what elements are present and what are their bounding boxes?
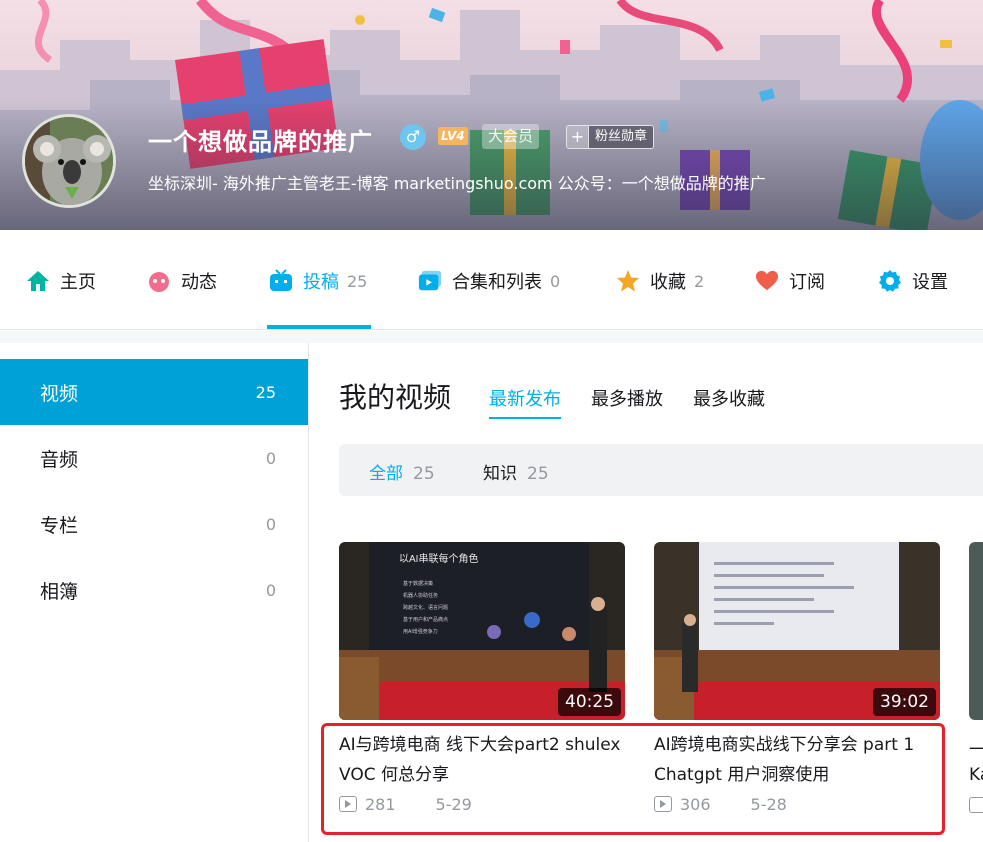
collection-icon — [418, 269, 442, 293]
nav-uploads-count: 25 — [347, 271, 368, 291]
user-bio: 坐标深圳- 海外推广主管老王-博客 marketingshuo.com 公众号：… — [148, 174, 766, 193]
slide-bullet: 用AI增强竞争力 — [403, 628, 438, 635]
sidebar-item-count: 0 — [265, 580, 276, 600]
slide-title: 以AI串联每个角色 — [399, 552, 478, 565]
filter-all[interactable]: 全部 25 — [369, 459, 435, 484]
sidebar-item-count: 0 — [265, 448, 276, 468]
tab-most-favorited[interactable]: 最多收藏 — [693, 385, 765, 411]
content-type-sidebar: 视频 25 音频 0 专栏 0 相簿 0 — [0, 343, 309, 842]
nav-favorites[interactable]: 收藏 2 — [616, 266, 704, 296]
filter-knowledge[interactable]: 知识 25 — [483, 459, 549, 484]
profile-nav: 主页 动态 投稿 25 合集和列表 0 收藏 2 订阅 设置 — [0, 230, 983, 330]
dynamic-icon — [147, 269, 171, 293]
sidebar-item-label: 视频 — [40, 382, 79, 405]
sidebar-item-albums[interactable]: 相簿 0 — [0, 557, 308, 623]
filter-label: 知识 — [483, 464, 517, 484]
slide-bullet: 基于数据决策 — [403, 580, 433, 587]
heart-icon — [755, 269, 779, 293]
sidebar-item-count: 0 — [265, 514, 276, 534]
sidebar-item-count: 25 — [255, 382, 276, 402]
vip-badge[interactable]: 大会员 — [482, 124, 540, 149]
filter-count: 25 — [413, 464, 435, 484]
highlight-box — [321, 723, 945, 835]
tab-latest[interactable]: 最新发布 — [489, 385, 561, 419]
sidebar-item-label: 相簿 — [40, 580, 79, 603]
gear-icon — [878, 269, 902, 293]
nav-home-label: 主页 — [60, 272, 96, 293]
nav-home[interactable]: 主页 — [26, 266, 96, 296]
video-thumbnail-partial[interactable] — [969, 542, 983, 720]
video-duration: 39:02 — [873, 688, 936, 716]
slide-bullet: 基于用户和产品痛点 — [403, 616, 448, 623]
nav-subscriptions[interactable]: 订阅 — [755, 266, 825, 296]
profile-banner: 一个想做品牌的推广 ♂ LV4 大会员 + 粉丝勋章 坐标深圳- 海外推广主管老… — [0, 0, 983, 230]
tv-icon — [269, 269, 293, 293]
nav-active-indicator — [267, 325, 371, 329]
banner-shade — [0, 100, 983, 230]
nav-collections-label: 合集和列表 — [452, 272, 542, 293]
sidebar-item-label: 音频 — [40, 448, 79, 471]
section-divider — [0, 331, 983, 343]
nav-settings-label: 设置 — [912, 272, 948, 293]
nav-uploads[interactable]: 投稿 25 — [269, 266, 367, 296]
slide-bullet: 跨越文化、语言问题 — [403, 604, 448, 611]
home-icon — [26, 269, 50, 293]
sidebar-item-label: 专栏 — [40, 514, 79, 537]
nav-collections[interactable]: 合集和列表 0 — [418, 266, 560, 296]
level-badge: LV4 — [438, 127, 468, 145]
category-filter-bar: 全部 25 知识 25 — [339, 444, 983, 496]
sidebar-item-audio[interactable]: 音频 0 — [0, 425, 308, 491]
play-count-icon — [969, 797, 983, 813]
slide-bullet: 机器人协助任务 — [403, 592, 438, 599]
video-duration: 40:25 — [558, 688, 621, 716]
plus-icon: + — [567, 126, 589, 148]
sidebar-item-articles[interactable]: 专栏 0 — [0, 491, 308, 557]
video-thumbnail[interactable]: 以AI串联每个角色 基于数据决策 机器人协助任务 跨越文化、语言问题 基于用户和… — [339, 542, 625, 720]
sidebar-item-video[interactable]: 视频 25 — [0, 359, 308, 425]
filter-label: 全部 — [369, 464, 403, 484]
nav-dynamic[interactable]: 动态 — [147, 266, 217, 296]
gender-male-icon: ♂ — [400, 124, 426, 150]
video-title-partial[interactable]: 一 — [969, 735, 983, 760]
nav-uploads-label: 投稿 — [303, 272, 339, 293]
nav-subscriptions-label: 订阅 — [789, 272, 825, 293]
nav-settings[interactable]: 设置 — [878, 266, 948, 296]
username: 一个想做品牌的推广 — [148, 128, 373, 156]
video-title-partial-line2[interactable]: Ka — [969, 765, 983, 785]
page-title: 我的视频 — [339, 381, 452, 414]
fan-badge[interactable]: + 粉丝勋章 — [566, 125, 655, 149]
avatar[interactable] — [22, 114, 116, 208]
filter-count: 25 — [527, 464, 549, 484]
tab-most-played[interactable]: 最多播放 — [591, 385, 663, 411]
fan-badge-label: 粉丝勋章 — [589, 126, 654, 148]
video-thumbnail[interactable]: 39:02 — [654, 542, 940, 720]
nav-favorites-count: 2 — [694, 271, 705, 291]
star-icon — [616, 269, 640, 293]
nav-collections-count: 0 — [550, 271, 561, 291]
nav-dynamic-label: 动态 — [181, 272, 217, 293]
nav-favorites-label: 收藏 — [650, 272, 686, 293]
